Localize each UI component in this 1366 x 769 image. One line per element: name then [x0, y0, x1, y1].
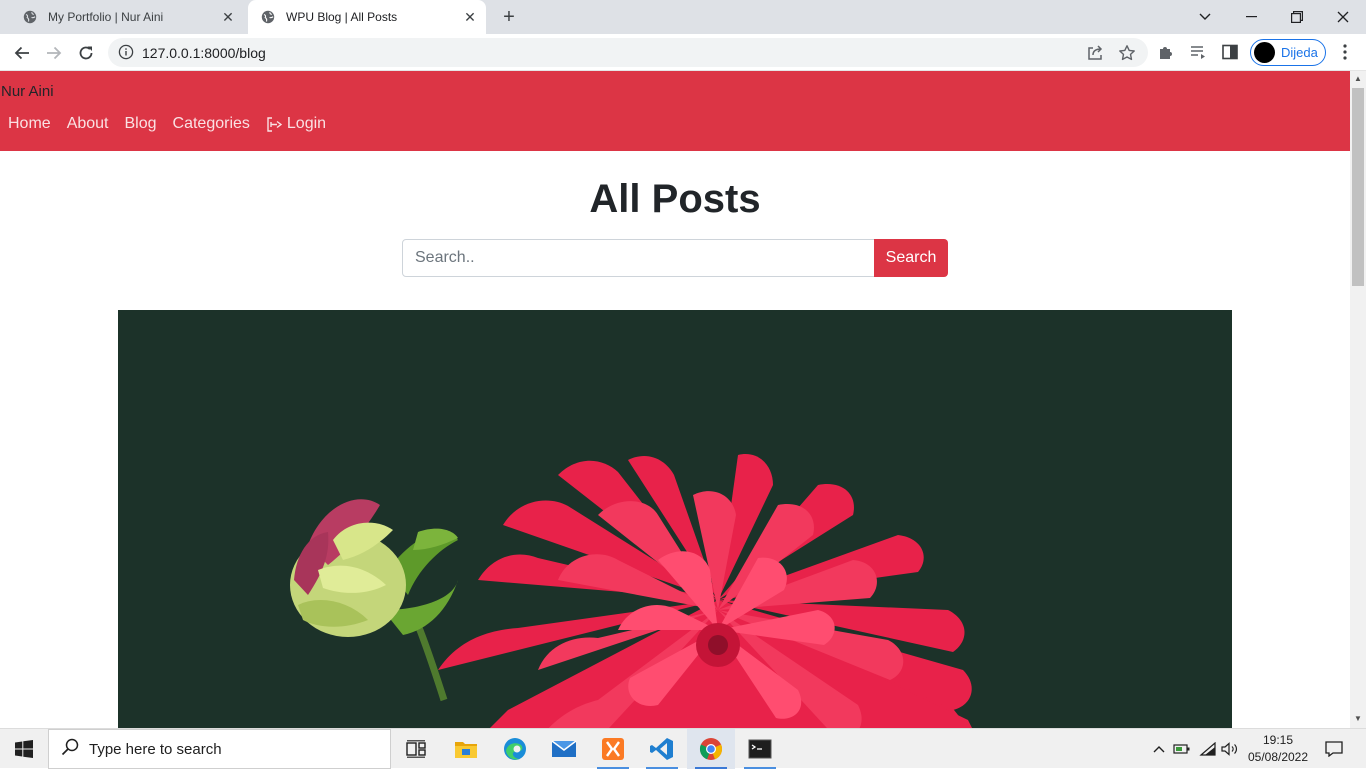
- search-button[interactable]: Search: [874, 239, 948, 277]
- show-hidden-icons-chevron-icon[interactable]: [1150, 729, 1168, 769]
- tab-my-portfolio[interactable]: My Portfolio | Nur Aini ✕: [12, 0, 244, 34]
- new-tab-button[interactable]: +: [498, 6, 520, 28]
- tab-search-chevron-icon[interactable]: [1182, 0, 1228, 34]
- profile-button[interactable]: Dijeda: [1250, 39, 1326, 66]
- file-explorer-icon[interactable]: [442, 729, 490, 769]
- page-viewport: Nur Aini Home About Blog Categories Logi…: [0, 71, 1350, 728]
- tab-title: My Portfolio | Nur Aini: [48, 10, 164, 24]
- address-bar[interactable]: 127.0.0.1:8000/blog: [108, 38, 1148, 67]
- search-input[interactable]: [402, 239, 875, 277]
- site-navbar: Nur Aini Home About Blog Categories Logi…: [0, 71, 1350, 151]
- forward-arrow-icon[interactable]: [41, 40, 67, 66]
- edge-browser-icon[interactable]: [491, 729, 539, 769]
- chrome-icon[interactable]: [687, 729, 735, 769]
- reload-icon[interactable]: [73, 40, 99, 66]
- nav-login[interactable]: Login: [266, 115, 342, 133]
- close-window-icon[interactable]: [1320, 0, 1366, 34]
- page-scrollbar[interactable]: ▲ ▼: [1350, 71, 1366, 728]
- globe-icon: [260, 9, 276, 25]
- vscode-icon[interactable]: [638, 729, 686, 769]
- back-arrow-icon[interactable]: [9, 40, 35, 66]
- more-menu-icon[interactable]: [1335, 42, 1355, 62]
- avatar: [1254, 42, 1275, 63]
- reading-list-icon[interactable]: [1188, 42, 1208, 62]
- system-clock[interactable]: 19:15 05/08/2022: [1240, 732, 1316, 766]
- info-icon[interactable]: [118, 44, 134, 60]
- extensions-puzzle-icon[interactable]: [1156, 42, 1176, 62]
- clock-time: 19:15: [1262, 733, 1294, 747]
- close-tab-icon[interactable]: ✕: [220, 9, 236, 25]
- url-text: 127.0.0.1:8000/blog: [142, 45, 266, 61]
- nav-about[interactable]: About: [67, 115, 109, 133]
- side-panel-icon[interactable]: [1220, 42, 1240, 62]
- page-title: All Posts: [589, 177, 761, 221]
- tab-bar: My Portfolio | Nur Aini ✕ WPU Blog | All…: [0, 0, 1366, 34]
- featured-post-image[interactable]: [118, 310, 1232, 728]
- nav-categories[interactable]: Categories: [173, 115, 250, 133]
- windows-taskbar: Type here to search 19:15 05/08/2022: [0, 728, 1366, 769]
- wifi-icon[interactable]: [1198, 729, 1218, 769]
- nav-links: Home About Blog Categories Login: [8, 115, 358, 133]
- bookmark-star-icon[interactable]: [1118, 44, 1136, 62]
- taskbar-search-box[interactable]: Type here to search: [48, 729, 391, 769]
- scrollbar-thumb[interactable]: [1352, 88, 1364, 286]
- clock-date: 05/08/2022: [1247, 750, 1309, 764]
- xampp-icon[interactable]: [589, 729, 637, 769]
- volume-icon[interactable]: [1220, 729, 1240, 769]
- search-form: Search: [402, 239, 948, 277]
- search-icon: [61, 738, 79, 761]
- notification-center-icon[interactable]: [1320, 729, 1348, 769]
- scroll-up-icon[interactable]: ▲: [1354, 74, 1362, 83]
- nav-home[interactable]: Home: [8, 115, 51, 133]
- nav-blog[interactable]: Blog: [125, 115, 157, 133]
- profile-name: Dijeda: [1281, 45, 1318, 60]
- minimize-icon[interactable]: [1228, 0, 1274, 34]
- login-label: Login: [286, 115, 327, 132]
- close-tab-icon[interactable]: ✕: [462, 9, 478, 25]
- terminal-icon[interactable]: [736, 729, 784, 769]
- login-arrow-icon: [267, 116, 283, 132]
- globe-icon: [22, 9, 38, 25]
- scroll-down-icon[interactable]: ▼: [1354, 714, 1362, 723]
- share-icon[interactable]: [1086, 44, 1104, 62]
- mail-icon[interactable]: [540, 729, 588, 769]
- battery-icon[interactable]: [1172, 729, 1192, 769]
- windows-start-icon[interactable]: [0, 729, 48, 769]
- brand-link[interactable]: Nur Aini: [1, 83, 54, 100]
- browser-toolbar: 127.0.0.1:8000/blog Dijeda: [0, 34, 1366, 71]
- taskbar-search-placeholder: Type here to search: [89, 740, 222, 758]
- restore-icon[interactable]: [1274, 0, 1320, 34]
- task-view-icon[interactable]: [392, 729, 440, 769]
- tab-wpu-blog[interactable]: WPU Blog | All Posts ✕: [248, 0, 486, 34]
- tab-title: WPU Blog | All Posts: [286, 10, 398, 24]
